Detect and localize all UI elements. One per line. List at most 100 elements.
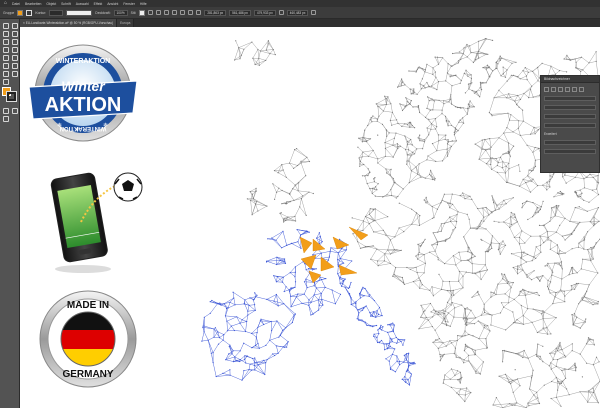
threshold-slider[interactable] xyxy=(544,139,596,145)
paintbrush-tool-icon[interactable] xyxy=(11,46,18,53)
stroke-profile-dropdown[interactable] xyxy=(66,9,93,16)
menu-window[interactable]: Fenster xyxy=(123,2,135,6)
network-node xyxy=(521,207,523,209)
menu-help[interactable]: Hilfe xyxy=(140,2,147,6)
home-icon[interactable]: ⌂ xyxy=(4,0,7,7)
align-bottom-icon[interactable] xyxy=(188,10,194,15)
x-position-field[interactable]: 281,863 px xyxy=(204,9,227,16)
selection-tool-icon[interactable] xyxy=(2,22,9,29)
paths-slider[interactable] xyxy=(544,148,596,154)
stroke-color-swatch[interactable] xyxy=(6,91,17,102)
preset-high-color-icon[interactable] xyxy=(551,86,556,92)
network-node xyxy=(436,126,438,128)
line-tool-icon[interactable] xyxy=(11,38,18,45)
align-middle-icon[interactable] xyxy=(180,10,186,15)
edit-toolbar-icon[interactable] xyxy=(2,115,9,122)
network-edges xyxy=(492,337,600,408)
preset-auto-color-icon[interactable] xyxy=(544,86,549,92)
transform-icon[interactable] xyxy=(196,10,202,15)
network-node xyxy=(491,235,493,237)
direct-selection-tool-icon[interactable] xyxy=(11,22,18,29)
align-right-icon[interactable] xyxy=(164,10,170,15)
network-node xyxy=(538,224,541,226)
align-top-icon[interactable] xyxy=(172,10,178,15)
network-node xyxy=(449,237,451,239)
menu-file[interactable]: Datei xyxy=(12,2,20,6)
preset-dropdown[interactable] xyxy=(544,95,596,101)
network-node xyxy=(417,105,420,107)
network-node xyxy=(559,250,561,252)
height-field[interactable]: 460,483 px xyxy=(286,9,309,16)
hand-tool-icon[interactable] xyxy=(11,70,18,77)
network-node xyxy=(513,298,515,300)
advanced-section-toggle[interactable]: Erweitert xyxy=(541,132,599,136)
view-dropdown[interactable] xyxy=(544,104,596,110)
network-node xyxy=(364,287,366,290)
palette-dropdown[interactable] xyxy=(544,122,596,128)
preset-outline-icon[interactable] xyxy=(579,86,584,92)
network-node xyxy=(337,273,339,275)
width-field[interactable]: 479,933 px xyxy=(253,9,276,16)
menu-object[interactable]: Objekt xyxy=(46,2,56,6)
fill-swatch[interactable] xyxy=(17,9,24,16)
zoom-tool-icon[interactable] xyxy=(2,78,9,85)
align-left-icon[interactable] xyxy=(148,10,154,15)
curvature-tool-icon[interactable] xyxy=(11,30,18,37)
draw-normal-icon[interactable] xyxy=(2,107,9,114)
align-center-icon[interactable] xyxy=(156,10,162,15)
y-position-field[interactable]: 561,486 px xyxy=(229,9,251,16)
network-node xyxy=(321,298,323,300)
network-node xyxy=(512,197,514,199)
network-node xyxy=(393,324,395,326)
style-swatch[interactable] xyxy=(139,9,146,16)
network-node xyxy=(564,301,566,303)
mode-dropdown[interactable] xyxy=(544,113,596,119)
more-options-icon[interactable] xyxy=(311,10,317,15)
network-node xyxy=(591,248,593,250)
menu-view[interactable]: Ansicht xyxy=(107,2,118,6)
stroke-swatch[interactable] xyxy=(26,9,33,16)
selected-orange-triangles[interactable] xyxy=(299,226,369,284)
network-node xyxy=(432,109,434,111)
network-node xyxy=(281,247,283,249)
link-proportions-icon[interactable] xyxy=(278,10,284,15)
opacity-field[interactable]: 100% xyxy=(113,9,128,16)
eraser-tool-icon[interactable] xyxy=(2,54,9,61)
network-node xyxy=(478,40,480,42)
network-node xyxy=(249,297,251,299)
stroke-weight-field[interactable] xyxy=(49,9,64,16)
network-node xyxy=(254,304,256,306)
image-trace-panel[interactable]: Bildnachzeichner Erweitert xyxy=(540,75,600,173)
network-node xyxy=(252,198,254,200)
rectangle-tool-icon[interactable] xyxy=(2,46,9,53)
preset-grayscale-icon[interactable] xyxy=(565,86,570,92)
type-tool-icon[interactable] xyxy=(2,38,9,45)
screen-mode-icon[interactable] xyxy=(11,107,18,114)
preset-low-color-icon[interactable] xyxy=(558,86,563,92)
tab-second-document[interactable]: Europa xyxy=(117,19,135,27)
menu-edit[interactable]: Bearbeiten xyxy=(25,2,41,6)
menu-effect[interactable]: Effekt xyxy=(94,2,103,6)
network-node xyxy=(401,78,403,80)
menu-type[interactable]: Schrift xyxy=(61,2,71,6)
network-node xyxy=(226,320,228,322)
snowflake-icon: ❄ xyxy=(75,127,79,133)
europe-network-map: WINTERAKTION Winter AKTION WINTERAKTION … xyxy=(28,38,600,408)
network-node xyxy=(286,201,288,203)
network-node xyxy=(496,164,498,167)
width-tool-icon[interactable] xyxy=(11,62,18,69)
network-node xyxy=(437,81,440,83)
network-node xyxy=(451,193,453,195)
network-node xyxy=(471,252,473,254)
artboard-canvas[interactable]: WINTERAKTION Winter AKTION WINTERAKTION … xyxy=(21,27,600,408)
preset-bw-icon[interactable] xyxy=(572,86,577,92)
tab-current-document[interactable]: × EU-Landkarte-Winteraktion.ai* @ 50 % (… xyxy=(20,19,118,27)
rotate-tool-icon[interactable] xyxy=(11,54,18,61)
network-node xyxy=(463,72,465,75)
scale-tool-icon[interactable] xyxy=(2,62,9,69)
eyedropper-tool-icon[interactable] xyxy=(2,70,9,77)
network-node xyxy=(385,168,387,170)
pen-tool-icon[interactable] xyxy=(2,30,9,37)
menu-select[interactable]: Auswahl xyxy=(76,2,89,6)
network-node xyxy=(452,255,454,257)
